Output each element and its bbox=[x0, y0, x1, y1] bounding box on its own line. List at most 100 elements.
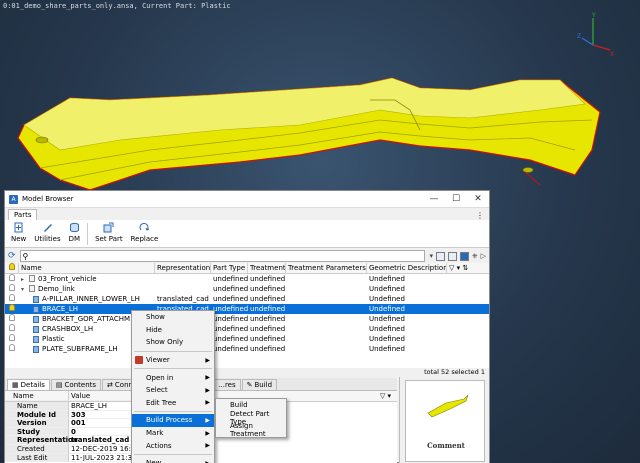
build-process-submenu: Build Detect Part Type Assign Treatment bbox=[215, 398, 287, 438]
property-name: Created bbox=[5, 444, 69, 454]
visibility-column-header[interactable] bbox=[5, 263, 19, 273]
visibility-cell[interactable] bbox=[5, 284, 19, 294]
view-toggle-icon[interactable] bbox=[436, 251, 445, 261]
menu-item-actions[interactable]: Actions ▶ bbox=[132, 439, 214, 452]
visibility-cell[interactable] bbox=[5, 324, 19, 334]
new-button[interactable]: New bbox=[7, 222, 30, 243]
maximize-button[interactable]: ☐ bbox=[445, 194, 467, 204]
property-name: Version bbox=[5, 419, 69, 428]
table-row[interactable]: PLATE_SUBFRAME_LH undefined undefined Un… bbox=[5, 344, 489, 354]
visibility-bulb-icon[interactable] bbox=[9, 294, 15, 301]
table-row[interactable]: CRASHBOX_LH undefined undefined Undefine… bbox=[5, 324, 489, 334]
play-icon[interactable]: ▷ bbox=[481, 252, 486, 260]
search-row: ⟳ ⚲ ▾ ⎈ ▷ bbox=[5, 248, 489, 264]
visibility-bulb-icon[interactable] bbox=[9, 344, 15, 351]
part-type-cell: undefined bbox=[213, 305, 248, 313]
property-name: Representation bbox=[5, 436, 78, 445]
menu-item-viewer[interactable]: Viewer ▶ bbox=[132, 354, 214, 367]
visibility-cell[interactable] bbox=[5, 294, 19, 304]
close-button[interactable]: ✕ bbox=[467, 194, 489, 204]
part-hole-1 bbox=[35, 136, 49, 144]
menu-item-build-process[interactable]: Build Process ▶ bbox=[132, 414, 214, 427]
tab-features[interactable]: ...res bbox=[213, 379, 241, 390]
visibility-cell[interactable] bbox=[5, 344, 19, 354]
tab-details[interactable]: ▦ Details bbox=[7, 379, 50, 390]
minimize-button[interactable]: — bbox=[423, 194, 445, 204]
visibility-bulb-icon[interactable] bbox=[9, 284, 15, 291]
treatment-cell: undefined bbox=[250, 315, 286, 323]
utilities-button[interactable]: Utilities bbox=[30, 222, 64, 243]
toolbar: New Utilities DM Set Part Replace bbox=[5, 220, 489, 248]
search-input[interactable]: ⚲ bbox=[19, 250, 426, 262]
visibility-bulb-icon[interactable] bbox=[9, 304, 15, 311]
menu-item-show[interactable]: Show bbox=[132, 311, 214, 324]
part-hole-2 bbox=[522, 167, 534, 173]
part-type-cell: undefined bbox=[213, 325, 248, 333]
svg-text:Z: Z bbox=[577, 33, 581, 40]
column-header-part-type[interactable]: Part Type bbox=[211, 263, 248, 273]
submenu-item-label: Build bbox=[230, 401, 248, 410]
part-name: A-PILLAR_INNER_LOWER_LH bbox=[42, 295, 140, 303]
menu-item-open-in[interactable]: Open in ▶ bbox=[132, 371, 214, 384]
visibility-bulb-icon[interactable] bbox=[9, 334, 15, 341]
display-mode-icon[interactable] bbox=[460, 251, 469, 261]
menu-item-label: Hide bbox=[146, 325, 162, 334]
tab-parts[interactable]: Parts bbox=[8, 209, 38, 220]
table-row[interactable]: BRACE_LH translated_cad undefined undefi… bbox=[5, 304, 489, 314]
menu-item-new[interactable]: New▶ bbox=[132, 457, 214, 463]
column-header-treatment-parameters[interactable]: Treatment Parameters bbox=[286, 263, 367, 273]
visibility-cell[interactable] bbox=[5, 304, 19, 314]
submenu-arrow-icon: ▶ bbox=[205, 386, 210, 394]
style-icon[interactable]: ⎈ bbox=[472, 252, 478, 261]
column-header-treatment[interactable]: Treatment bbox=[248, 263, 286, 273]
tab-details-label: Details bbox=[20, 381, 45, 389]
column-header-geometric-description[interactable]: Geometric Description bbox=[367, 263, 447, 273]
details-filter-icon[interactable]: ▽ ▾ bbox=[380, 391, 391, 401]
geometric-description-cell: Undefined bbox=[369, 275, 405, 283]
menu-item-show-only[interactable]: Show Only bbox=[132, 336, 214, 349]
visibility-cell[interactable] bbox=[5, 314, 19, 324]
menu-separator bbox=[134, 350, 212, 352]
replace-button[interactable]: Replace bbox=[127, 222, 163, 243]
menu-item-mark[interactable]: Mark ▶ bbox=[132, 427, 214, 440]
column-header-representation[interactable]: Representation bbox=[155, 263, 211, 273]
search-icon: ⚲ bbox=[22, 251, 29, 261]
header-tools[interactable]: ▽ ▾ ⇅ bbox=[447, 263, 489, 273]
menu-item-hide[interactable]: Hide bbox=[132, 324, 214, 337]
table-row[interactable]: ▾ Demo_link undefined undefined Undefined bbox=[5, 284, 489, 294]
table-row[interactable]: A-PILLAR_INNER_LOWER_LH translated_cad u… bbox=[5, 294, 489, 304]
menu-item-edit-tree[interactable]: Edit Tree ▶ bbox=[132, 397, 214, 410]
3d-part-view[interactable] bbox=[0, 0, 640, 200]
refresh-icon[interactable]: ⟳ bbox=[8, 251, 16, 261]
visibility-cell[interactable] bbox=[5, 274, 19, 284]
geometric-description-cell: Undefined bbox=[369, 345, 405, 353]
more-options-icon[interactable]: ⋮ bbox=[476, 211, 484, 220]
property-name: Module Id bbox=[5, 410, 69, 420]
filter-dropdown-icon[interactable]: ▾ bbox=[429, 252, 433, 260]
titlebar[interactable]: A Model Browser — ☐ ✕ bbox=[5, 191, 489, 208]
visibility-bulb-icon[interactable] bbox=[9, 274, 15, 281]
dm-button[interactable]: DM bbox=[65, 222, 84, 243]
column-header-name[interactable]: Name bbox=[19, 263, 155, 273]
connections-icon: ⇄ bbox=[107, 381, 113, 389]
submenu-item-assign-treatment[interactable]: Assign Treatment bbox=[216, 422, 286, 438]
tab-build[interactable]: ✎ Build bbox=[241, 379, 278, 390]
visibility-bulb-icon[interactable] bbox=[9, 324, 15, 331]
context-menu: Show Hide Show Only Viewer ▶ Open in ▶ Select ▶ E… bbox=[131, 310, 215, 463]
visibility-bulb-icon[interactable] bbox=[9, 314, 15, 321]
table-row[interactable]: ▸ 03_Front_vehicle undefined undefined Un… bbox=[5, 274, 489, 284]
chevron-down-icon[interactable]: ▾ bbox=[21, 285, 29, 295]
tab-contents-label: Contents bbox=[64, 381, 97, 389]
table-row[interactable]: Plastic undefined undefined Undefined bbox=[5, 334, 489, 344]
parts-table: Name Representation Part Type Treatment … bbox=[5, 263, 489, 368]
part-name: 03_Front_vehicle bbox=[38, 274, 97, 283]
menu-item-select[interactable]: Select ▶ bbox=[132, 384, 214, 397]
property-value: BRACE_LH bbox=[69, 402, 133, 411]
menu-separator bbox=[134, 411, 212, 413]
columns-toggle-icon[interactable] bbox=[448, 251, 457, 261]
set-part-button[interactable]: Set Part bbox=[91, 222, 127, 243]
visibility-cell[interactable] bbox=[5, 334, 19, 344]
part-type-cell: undefined bbox=[213, 345, 248, 353]
table-row[interactable]: BRACKET_GOR_ATTACHM undefined undefined … bbox=[5, 314, 489, 324]
tab-contents[interactable]: ▤ Contents bbox=[50, 379, 102, 390]
